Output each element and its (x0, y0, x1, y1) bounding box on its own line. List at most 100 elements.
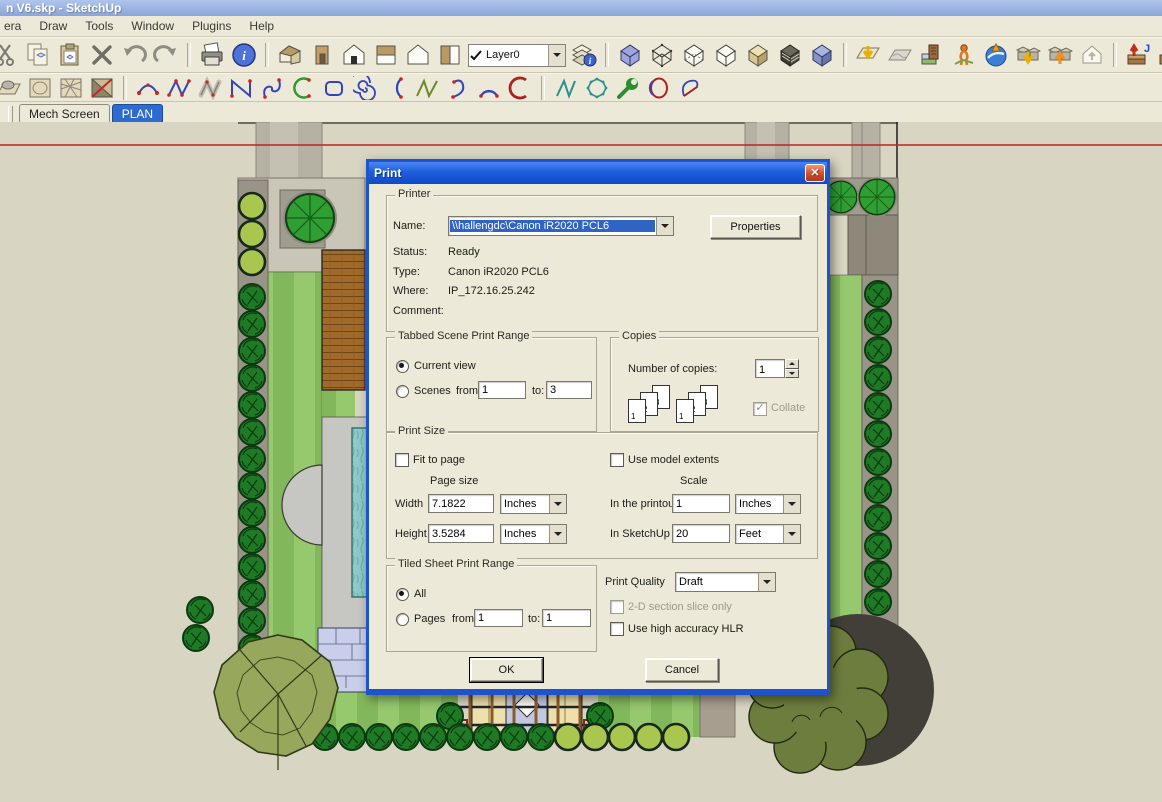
layer-combo-arrow-icon[interactable] (548, 45, 565, 66)
half-arc-icon[interactable] (476, 76, 502, 100)
arc-open-icon[interactable] (383, 76, 409, 100)
shaded-textures-icon[interactable] (776, 41, 804, 69)
chevron-down-icon[interactable] (758, 573, 775, 591)
chevron-down-icon[interactable] (549, 525, 566, 543)
upload-models-icon[interactable] (1046, 41, 1074, 69)
chevron-down-icon[interactable] (656, 217, 673, 235)
close-icon[interactable]: ✕ (805, 164, 825, 182)
scenes-to-input[interactable] (546, 381, 592, 399)
plugin-j1-icon[interactable]: J (1124, 41, 1152, 69)
ellipse-red-icon[interactable] (646, 76, 672, 100)
menu-camera[interactable]: era (4, 19, 21, 33)
scenes-radio[interactable] (396, 385, 409, 398)
share-model-icon[interactable] (1078, 41, 1106, 69)
model-info-icon[interactable]: i (230, 41, 258, 69)
height-unit-combo[interactable]: Inches (500, 524, 567, 544)
pages-to-input[interactable] (542, 609, 591, 627)
rounded-rect-icon[interactable] (321, 76, 347, 100)
hidden-line-icon[interactable] (712, 41, 740, 69)
view-right-icon[interactable] (308, 41, 336, 69)
width-input[interactable] (428, 494, 494, 513)
xray-icon[interactable] (616, 41, 644, 69)
back-edges-icon[interactable] (680, 41, 708, 69)
copy-icon[interactable] (24, 41, 52, 69)
tab-plan[interactable]: PLAN (112, 104, 163, 124)
polyline-green-icon[interactable] (414, 76, 440, 100)
hlr-checkbox[interactable] (610, 622, 624, 636)
copies-input[interactable] (755, 359, 785, 378)
arc-green-icon[interactable] (290, 76, 316, 100)
height-input[interactable] (428, 524, 494, 543)
sketchup-unit-combo[interactable]: Feet (735, 524, 801, 544)
layer-combo[interactable]: Layer0 (468, 44, 566, 67)
bezier-arc-icon[interactable] (135, 76, 161, 100)
chevron-down-icon[interactable] (549, 495, 566, 513)
wrench-icon[interactable] (615, 76, 641, 100)
monochrome-icon[interactable] (808, 41, 836, 69)
print-quality-combo[interactable]: Draft (675, 572, 776, 592)
properties-button[interactable]: Properties (710, 215, 801, 239)
ge-get-current-view-icon[interactable] (854, 41, 882, 69)
view-iso-icon[interactable] (276, 41, 304, 69)
polyline-blue-icon[interactable] (166, 76, 192, 100)
menu-help[interactable]: Help (249, 19, 274, 33)
spiral-icon[interactable] (352, 76, 378, 100)
layers-manager-icon[interactable]: i (570, 41, 598, 69)
menu-plugins[interactable]: Plugins (192, 19, 231, 33)
chevron-down-icon[interactable] (783, 495, 800, 513)
printout-unit-combo[interactable]: Inches (735, 494, 801, 514)
pages-range-radio[interactable] (396, 613, 409, 626)
view-left-icon[interactable] (436, 41, 464, 69)
arc-red-icon[interactable] (507, 76, 533, 100)
plugin-j2-icon[interactable] (1156, 41, 1162, 69)
cut-icon[interactable] (0, 41, 20, 69)
view-back-icon[interactable] (404, 41, 432, 69)
fit-to-page-checkbox[interactable] (395, 453, 409, 467)
ge-toggle-terrain-icon[interactable] (886, 41, 914, 69)
polyline-n-icon[interactable] (228, 76, 254, 100)
menu-draw[interactable]: Draw (39, 19, 67, 33)
printout-input[interactable] (672, 494, 730, 513)
undo-icon[interactable] (120, 41, 148, 69)
chevron-down-icon[interactable] (783, 525, 800, 543)
polyline-teal-icon[interactable] (553, 76, 579, 100)
spin-down-icon[interactable] (785, 369, 799, 379)
erase-icon[interactable] (88, 41, 116, 69)
model-person-icon[interactable] (950, 41, 978, 69)
pages-from-input[interactable] (474, 609, 523, 627)
sandbox-from-scratch-icon[interactable] (27, 76, 53, 100)
sandbox-smoove-icon[interactable] (58, 76, 84, 100)
tab-mech-screen[interactable]: Mech Screen (19, 104, 110, 124)
print-icon[interactable] (198, 41, 226, 69)
menu-tools[interactable]: Tools (85, 19, 113, 33)
view-top-icon[interactable] (372, 41, 400, 69)
google-earth-icon[interactable] (982, 41, 1010, 69)
all-pages-radio[interactable] (396, 588, 409, 601)
ok-button[interactable]: OK (470, 658, 543, 682)
printer-name-combo[interactable]: \\hallengdc\Canon iR2020 PCL6 (448, 216, 674, 236)
view-front-icon[interactable] (340, 41, 368, 69)
sandbox-stamp-icon[interactable] (0, 76, 22, 100)
get-models-icon[interactable] (1014, 41, 1042, 69)
shaded-icon[interactable] (744, 41, 772, 69)
window-titlebar[interactable]: n V6.skp - SketchUp (0, 0, 1162, 16)
copies-spinner[interactable] (755, 359, 799, 378)
paste-icon[interactable] (56, 41, 84, 69)
loop-curve-icon[interactable] (677, 76, 703, 100)
hook-curve-icon[interactable] (445, 76, 471, 100)
wireframe-icon[interactable] (648, 41, 676, 69)
spin-up-icon[interactable] (785, 359, 799, 369)
s-curve-icon[interactable] (259, 76, 285, 100)
print-dialog-titlebar[interactable]: Print ✕ (369, 162, 827, 184)
current-view-radio[interactable] (396, 360, 409, 373)
sketchup-input[interactable] (672, 524, 730, 543)
cancel-button[interactable]: Cancel (645, 658, 719, 682)
scenes-from-input[interactable] (478, 381, 526, 399)
sandbox-drape-icon[interactable] (89, 76, 115, 100)
polygon-teal-icon[interactable] (584, 76, 610, 100)
menu-window[interactable]: Window (131, 19, 174, 33)
photo-textures-icon[interactable] (918, 41, 946, 69)
redo-icon[interactable] (152, 41, 180, 69)
freehand-fuzzy-icon[interactable] (197, 76, 223, 100)
use-model-extents-checkbox[interactable] (610, 453, 624, 467)
